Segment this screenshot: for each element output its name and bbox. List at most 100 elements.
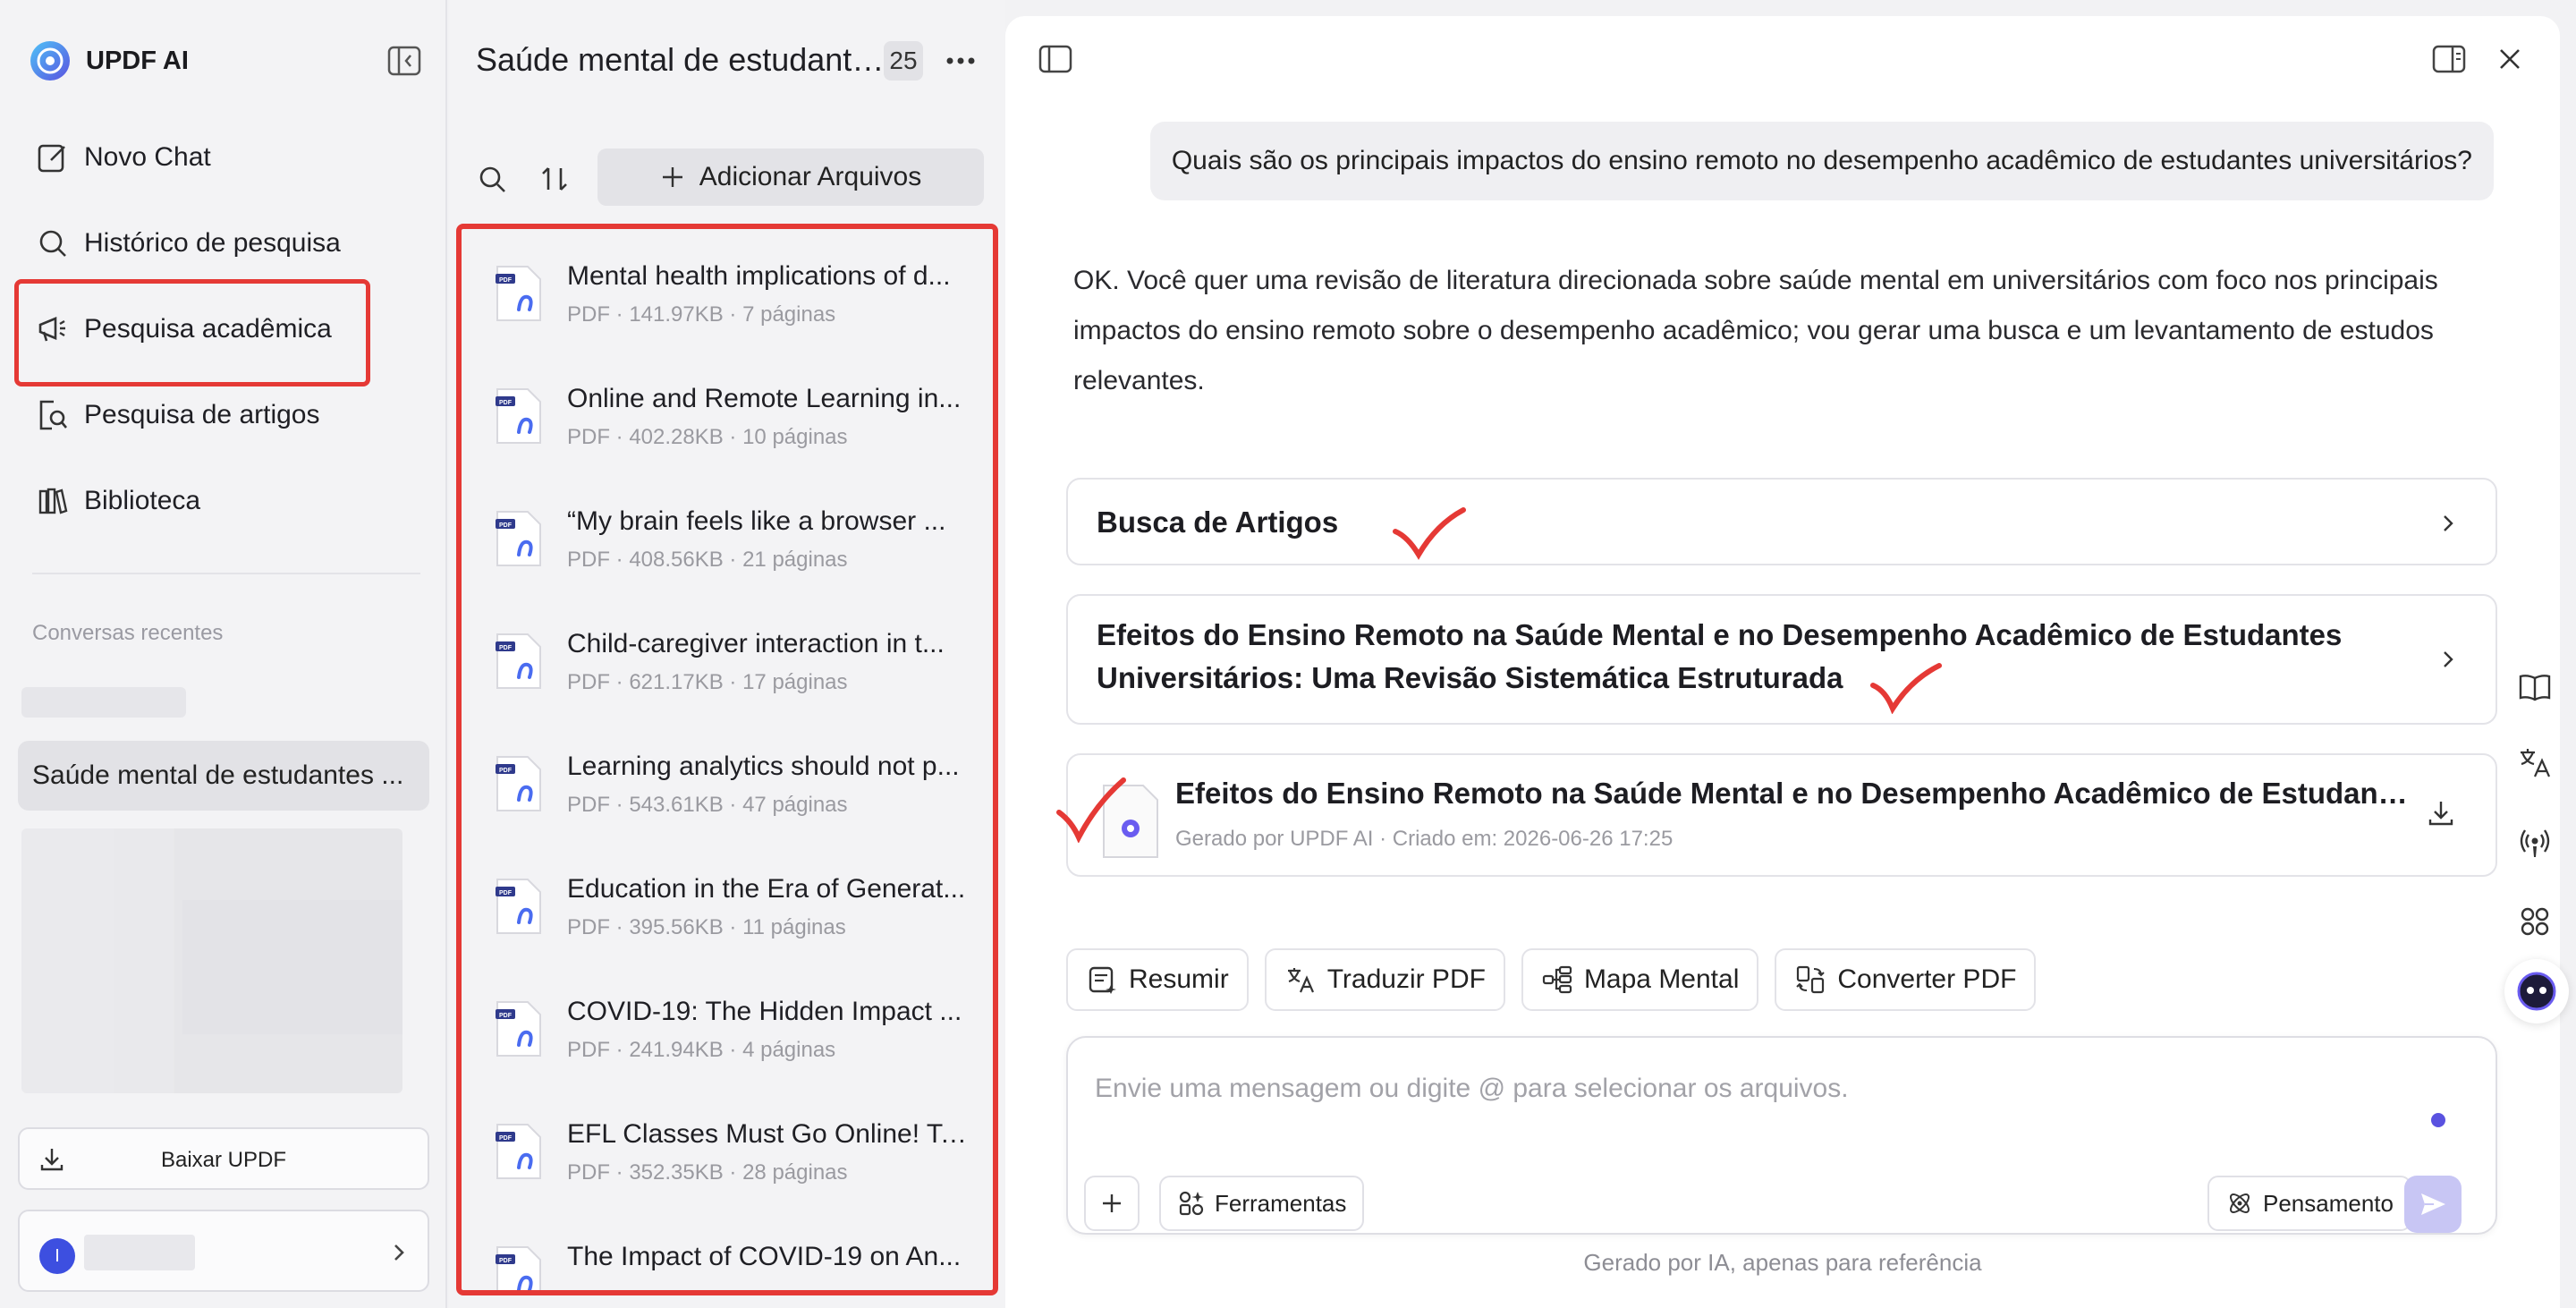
file-name: Learning analytics should not p... [567,752,960,781]
file-meta: PDF · 543.61KB · 47 páginas [567,793,848,817]
file-list-item[interactable]: PDF “My brain feels like a browser ... PD… [494,488,968,587]
file-meta: PDF · 408.56KB · 21 páginas [567,548,848,572]
pdf-file-icon: PDF [496,1124,541,1179]
translate-icon [1287,968,1314,993]
sidebar-item-academic-search[interactable]: Pesquisa acadêmica [14,279,428,386]
translate-pdf-button[interactable]: Traduzir PDF [1264,948,1505,1011]
pdf-file-icon: PDF [496,266,541,321]
divider [32,573,420,574]
tools-button[interactable]: Ferramentas [1159,1176,1365,1231]
generated-document-card[interactable]: Efeitos do Ensino Remoto na Saúde Mental… [1066,753,2497,877]
svg-text:PDF: PDF [499,645,513,651]
file-list-item[interactable]: PDF Learning analytics should not p... PDF… [494,734,968,832]
file-name: Mental health implications of d... [567,261,951,291]
blurred-recent-list [21,828,402,1093]
download-icon[interactable] [2426,798,2456,828]
file-name: EFL Classes Must Go Online! Te... [567,1119,968,1149]
file-meta: PDF · 402.28KB · 10 páginas [567,425,848,449]
document-meta: Gerado por UPDF AI · Criado em: 2026-06-… [1175,827,1674,851]
pdf-file-icon: PDF [496,633,541,689]
file-list-item[interactable]: PDF COVID-19: The Hidden Impact ... PDF · … [494,979,968,1077]
sidebar-item-new-chat[interactable]: Novo Chat [18,115,428,200]
book-open-icon[interactable] [2517,669,2553,705]
files-panel: Saúde mental de estudante... 25 Adiciona… [449,0,1005,1308]
file-name: Education in the Era of Generat... [567,874,966,904]
document-thumbnail-icon [1103,785,1158,858]
chat-panel: Quais são os principais impactos do ensi… [1005,16,2560,1308]
file-list-item[interactable]: PDF Mental health implications of d... PDF… [494,243,968,342]
article-search-card[interactable]: Busca de Artigos [1066,478,2497,565]
blurred-username [84,1235,195,1270]
thinking-toggle[interactable]: Pensamento [2207,1176,2411,1231]
translate-icon[interactable] [2517,744,2553,780]
action-label: Traduzir PDF [1326,964,1486,994]
file-list-item[interactable]: PDF Child-caregiver interaction in t... PD… [494,611,968,709]
chevron-right-icon [2444,515,2453,531]
action-label: Mapa Mental [1583,964,1740,994]
sidebar-item-article-search[interactable]: Pesquisa de artigos [18,372,428,458]
edit-icon [38,144,65,173]
pdf-file-icon: PDF [496,511,541,566]
sidebar-collapse-icon[interactable] [386,45,422,77]
right-tool-rail [2496,644,2576,1038]
sidebar-item-label: Pesquisa de artigos [84,400,320,429]
file-list-item[interactable]: PDF Online and Remote Learning in... PDF ·… [494,366,968,464]
systematic-review-card[interactable]: Efeitos do Ensino Remoto na Saúde Mental… [1066,594,2497,725]
atom-icon [2230,1193,2250,1213]
user-account-row[interactable]: I [18,1210,429,1292]
panel-toggle-icon[interactable] [1038,43,1073,75]
apps-grid-icon[interactable] [2517,904,2553,939]
svg-text:PDF: PDF [499,277,513,284]
split-view-icon[interactable] [2431,43,2467,75]
file-name: Online and Remote Learning in... [567,384,962,413]
files-count-badge: 25 [884,41,923,81]
status-dot [2431,1113,2445,1127]
avatar: I [39,1238,75,1274]
file-list-item[interactable]: PDF The Impact of COVID-19 on An... [494,1224,968,1290]
tools-label: Ferramentas [1215,1189,1347,1217]
recent-conversation-active[interactable]: Saúde mental de estudantes ... [18,741,429,811]
file-name: The Impact of COVID-19 on An... [567,1242,962,1271]
blurred-recent-item [21,687,186,718]
sidebar-item-search-history[interactable]: Histórico de pesquisa [18,200,428,286]
convert-pdf-button[interactable]: Converter PDF [1775,948,2037,1011]
add-files-button[interactable]: Adicionar Arquivos [597,149,984,206]
close-icon[interactable] [2494,43,2526,75]
tools-icon [1179,1191,1204,1216]
document-title: Efeitos do Ensino Remoto na Saúde Mental… [1175,777,2410,810]
search-icon[interactable] [476,163,508,195]
send-button[interactable] [2404,1176,2462,1233]
add-files-label: Adicionar Arquivos [699,162,922,191]
sidebar: UPDF AI Novo Chat Histórico de pesquisa … [0,0,447,1308]
sidebar-item-label: Novo Chat [84,142,211,172]
sidebar-item-library[interactable]: Biblioteca [18,458,428,544]
ai-assistant-button[interactable] [2504,959,2569,1023]
summarize-button[interactable]: Resumir [1066,948,1249,1011]
download-updf-button[interactable]: Baixar UPDF [18,1127,429,1190]
more-options-icon[interactable] [943,47,979,75]
sidebar-item-label: Biblioteca [84,486,201,515]
recent-conversations-title: Conversas recentes [32,621,224,645]
card-title-line2: Universitários: Uma Revisão Sistemática … [1097,661,1843,694]
svg-text:PDF: PDF [499,1258,513,1264]
library-icon [38,488,68,514]
attach-button[interactable] [1084,1176,1140,1231]
mind-map-icon [1542,965,1572,994]
file-name: “My brain feels like a browser ... [567,506,946,536]
file-meta: PDF · 352.35KB · 28 páginas [567,1160,848,1185]
chevron-right-icon [394,1244,404,1261]
sidebar-item-label: Pesquisa acadêmica [84,314,332,344]
chevron-right-icon [2444,651,2453,667]
pdf-file-icon: PDF [496,388,541,444]
convert-icon [1796,965,1826,994]
file-list-item[interactable]: PDF Education in the Era of Generat... PDF… [494,856,968,955]
file-list-item[interactable]: PDF EFL Classes Must Go Online! Te... PDF … [494,1101,968,1200]
podcast-icon[interactable] [2517,825,2553,861]
plus-icon [662,167,682,187]
send-icon [2421,1193,2445,1215]
svg-text:PDF: PDF [499,1013,513,1019]
sort-icon[interactable] [538,163,571,195]
message-input[interactable] [1095,1074,2436,1104]
mind-map-button[interactable]: Mapa Mental [1521,948,1759,1011]
message-composer: Ferramentas Pensamento [1066,1036,2497,1235]
